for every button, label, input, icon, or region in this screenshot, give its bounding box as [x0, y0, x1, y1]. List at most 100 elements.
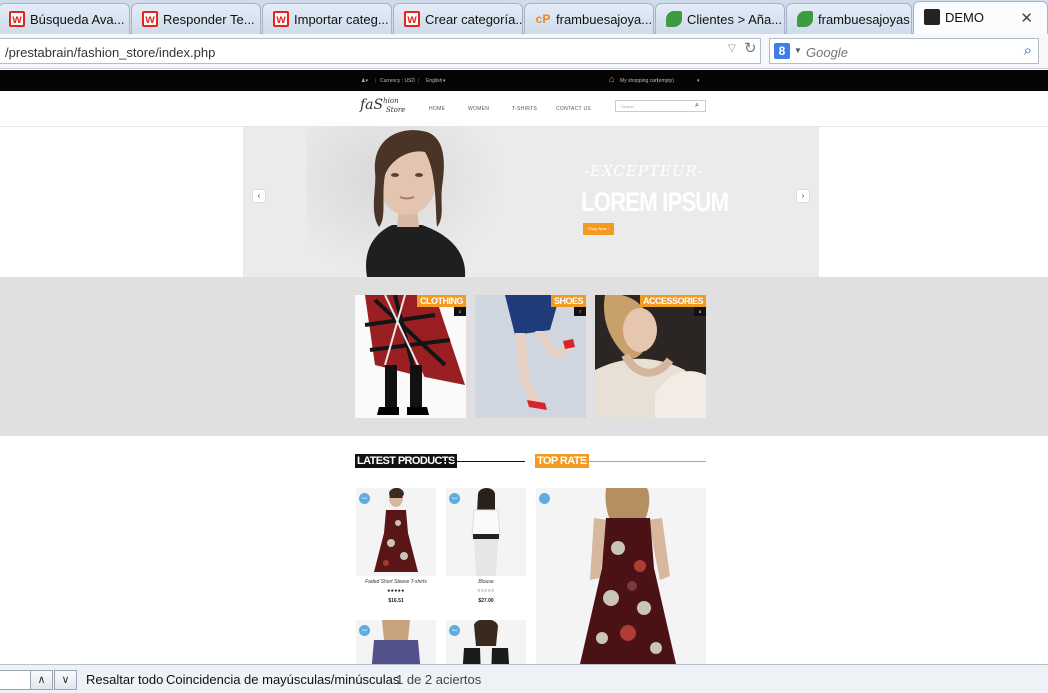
category-count: 7	[574, 307, 586, 316]
search-engine-caret-icon[interactable]: ▼	[794, 46, 802, 55]
find-status: 1 de 2 aciertos	[396, 672, 482, 687]
top-rate-header: TOP RATE	[535, 454, 706, 468]
banner-model-image	[366, 130, 466, 277]
find-next-button[interactable]: ∨	[54, 670, 77, 690]
product-image[interactable]: new	[446, 488, 526, 576]
user-icon[interactable]: ♟▾	[361, 78, 368, 84]
wishpond-icon: w	[9, 11, 25, 27]
product-price: $16.51	[388, 598, 404, 604]
google-logo-icon[interactable]: 8	[774, 43, 790, 59]
featured-dress-image	[580, 488, 676, 664]
accessories-image	[595, 295, 706, 418]
divider: |	[375, 78, 377, 84]
leaf-icon	[666, 11, 682, 27]
address-bar[interactable]: /prestabrain/fashion_store/index.php	[0, 38, 761, 64]
tab-crear[interactable]: w Crear categoría...	[393, 3, 523, 34]
shopping-bag-icon	[924, 9, 940, 25]
category-count: 8	[694, 307, 706, 316]
tab-label: Clientes > Aña...	[687, 12, 783, 27]
tab-demo[interactable]: DEMO ✕	[913, 1, 1048, 35]
latest-products-header: LATEST PRODUCTS	[355, 454, 525, 468]
wishpond-icon: w	[142, 11, 158, 27]
language-selector[interactable]: English	[426, 78, 442, 84]
currency-selector[interactable]: Currency : USD	[380, 78, 415, 84]
address-text: /prestabrain/fashion_store/index.php	[5, 45, 216, 60]
tab-label: DEMO	[945, 10, 984, 25]
category-label: SHOES	[550, 295, 586, 307]
tab-clientes[interactable]: Clientes > Aña...	[655, 3, 785, 34]
tab-frambuesajoyas[interactable]: frambuesajoyas	[786, 3, 912, 34]
tab-importar[interactable]: w Importar categ...	[262, 3, 392, 34]
top-rate-product-image[interactable]	[536, 488, 706, 664]
category-clothing[interactable]: CLOTHING 2	[355, 295, 466, 418]
site-logo[interactable]: faShion Store	[360, 97, 405, 114]
site-top-strip: ♟▾ | Currency : USD | English ▾ ⌂ My sho…	[0, 70, 1048, 91]
find-previous-button[interactable]: ∧	[30, 670, 53, 690]
banner-subtitle: -EXCEPTEUR-	[584, 162, 704, 180]
tab-busqueda[interactable]: w Búsqueda Ava...	[0, 3, 130, 34]
tab-label: frambuesajoya...	[556, 12, 653, 27]
reload-icon[interactable]: ↻	[744, 39, 757, 57]
nav-tshirts[interactable]: T-SHIRTS	[512, 106, 537, 112]
web-page: ♟▾ | Currency : USD | English ▾ ⌂ My sho…	[0, 70, 1048, 664]
logo-main: faS	[360, 97, 384, 113]
hero-slider[interactable]: ‹ › -EXCEPTEUR- LOREM IPSUM Shop Now ›	[243, 127, 819, 277]
product-image[interactable]: new	[446, 620, 526, 664]
category-shoes[interactable]: SHOES 7	[475, 295, 586, 418]
match-case-button[interactable]: Coincidencia de mayúsculas/minúsculas	[166, 672, 399, 687]
shoes-image	[475, 295, 586, 418]
cart-state: (empty)	[657, 78, 674, 84]
slider-prev-button[interactable]: ‹	[252, 189, 266, 203]
product-price: $27.00	[478, 598, 494, 604]
search-icon[interactable]: ⌕	[1024, 42, 1032, 59]
tab-label: Importar categ...	[294, 12, 389, 27]
product-name[interactable]: Faded Short Sleeve T-shirts	[356, 579, 436, 585]
find-input[interactable]	[0, 670, 31, 690]
clothing-image	[355, 295, 466, 418]
new-badge: new	[449, 625, 460, 636]
close-tab-icon[interactable]: ✕	[1020, 9, 1033, 27]
tab-responder[interactable]: w Responder Te...	[131, 3, 261, 34]
wishpond-icon: w	[273, 11, 289, 27]
slider-next-button[interactable]: ›	[796, 189, 810, 203]
highlight-all-button[interactable]: Resaltar todo	[86, 672, 163, 687]
divider: |	[418, 78, 420, 84]
nav-contact[interactable]: CONTACT US	[556, 106, 591, 112]
product-image[interactable]: new	[356, 620, 436, 664]
site-search-icon[interactable]: ⌕	[689, 100, 705, 112]
tab-bar: w Búsqueda Ava... w Responder Te... w Im…	[0, 0, 1048, 35]
new-badge: new	[359, 625, 370, 636]
cart-icon[interactable]: ⌂	[609, 74, 614, 84]
cpanel-icon: cP	[535, 12, 551, 26]
tab-label: Responder Te...	[163, 12, 255, 27]
site-search-placeholder: Search	[621, 104, 634, 109]
logo-sup: hion	[383, 97, 399, 105]
chevron-down-icon: ▾	[697, 78, 700, 84]
site-header: faShion Store HOME WOMEN T-SHIRTS CONTAC…	[0, 91, 1048, 127]
search-bar[interactable]: 8 ▼ Google ⌕	[769, 38, 1039, 64]
rating-stars: ○○○○○	[477, 588, 495, 594]
tab-frambuesajoya[interactable]: cP frambuesajoya...	[524, 3, 654, 34]
category-accessories[interactable]: ACCESSORIES 8	[595, 295, 706, 418]
tab-label: frambuesajoyas	[818, 12, 910, 27]
product-image[interactable]: new	[356, 488, 436, 576]
nav-women[interactable]: WOMEN	[468, 106, 489, 112]
shop-now-button[interactable]: Shop Now ›	[583, 223, 614, 235]
new-badge	[539, 493, 550, 504]
cart-label[interactable]: My shopping cart	[620, 78, 658, 84]
wishpond-icon: w	[404, 11, 420, 27]
divider	[579, 461, 706, 462]
category-label: ACCESSORIES	[639, 295, 706, 307]
history-dropdown-icon[interactable]: ▽	[728, 43, 736, 54]
category-count: 2	[454, 307, 466, 316]
site-search-field[interactable]: Search ⌕	[615, 100, 706, 112]
divider	[437, 461, 525, 462]
leaf-icon	[797, 11, 813, 27]
category-label: CLOTHING	[417, 295, 466, 307]
navigation-toolbar: /prestabrain/fashion_store/index.php ▽ ↻…	[0, 34, 1048, 69]
new-badge: new	[449, 493, 460, 504]
product-name[interactable]: Blouse	[446, 579, 526, 585]
nav-home[interactable]: HOME	[429, 106, 445, 112]
new-badge: new	[359, 493, 370, 504]
search-input[interactable]: Google	[806, 45, 848, 60]
